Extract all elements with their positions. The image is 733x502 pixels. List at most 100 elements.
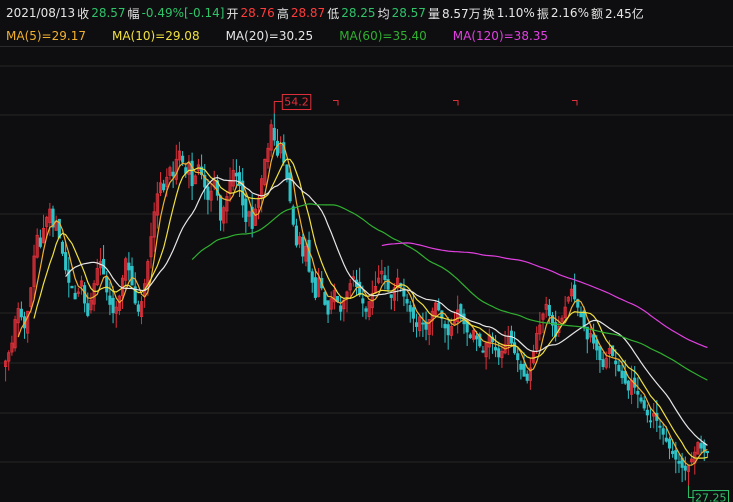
ma10-legend: MA(10)=29.08	[111, 29, 200, 43]
candle-body	[294, 225, 298, 246]
candle-body	[307, 239, 311, 272]
candle-body	[579, 311, 583, 318]
ma60-legend: MA(60)=35.40	[339, 29, 427, 43]
high-label: 高	[276, 6, 289, 21]
min-marker-leader	[687, 485, 695, 499]
candle-body	[705, 450, 709, 454]
amount-value: 2.45亿	[604, 6, 644, 21]
quote-date: 2021/08/13	[6, 6, 76, 20]
ma120-legend: MA(120)=38.35	[452, 29, 549, 43]
avg-label: 均	[377, 6, 390, 21]
candle-body	[497, 348, 501, 358]
candle-body	[339, 305, 343, 312]
candle-body	[389, 294, 393, 298]
candle-body	[626, 380, 630, 391]
period-marker	[333, 100, 339, 106]
candle-body	[288, 172, 292, 202]
candle-body	[130, 266, 134, 286]
candle-body	[573, 284, 577, 300]
candle-body	[323, 292, 327, 305]
candle-body	[620, 370, 624, 379]
candle-body	[468, 334, 472, 338]
max-marker-label: 54.2	[284, 96, 309, 109]
candle-body	[671, 450, 675, 455]
candle-body	[19, 308, 23, 318]
ma-legend: MA(5)=29.17 MA(10)=29.08 MA(20)=30.25 MA…	[0, 26, 733, 46]
candle-body	[699, 443, 703, 449]
candle-body	[421, 322, 425, 325]
candle-body	[481, 350, 485, 353]
ma60-line	[191, 203, 708, 381]
candle-body	[519, 363, 523, 370]
candle-body	[475, 335, 479, 340]
candle-body	[136, 304, 140, 312]
quote-info-bar: 2021/08/13 收 28.57 幅 -0.49%[-0.14] 开 28.…	[0, 0, 733, 26]
candle-body	[162, 183, 166, 191]
candle-body	[437, 302, 441, 311]
candle-body	[181, 155, 185, 163]
candle-body	[664, 437, 668, 442]
candle-body	[234, 172, 238, 177]
candle-body	[364, 308, 368, 312]
period-marker	[453, 100, 459, 106]
candle-body	[525, 373, 529, 381]
candle-body	[313, 277, 317, 298]
turnover-label: 换	[482, 6, 495, 21]
volume-label: 量	[427, 6, 440, 21]
candle-body	[206, 186, 210, 200]
candle-body	[171, 171, 175, 177]
candle-body	[86, 303, 90, 316]
candle-body	[60, 241, 65, 254]
high-value: 28.87	[290, 6, 326, 20]
open-label: 开	[226, 6, 239, 21]
candle-body	[601, 359, 605, 367]
candle-body	[592, 334, 596, 344]
candle-body	[636, 390, 640, 395]
candle-body	[513, 342, 517, 354]
candle-body	[411, 307, 415, 319]
candle-body	[285, 164, 289, 180]
candle-body	[614, 360, 618, 365]
open-value: 28.76	[240, 6, 275, 20]
ma20-legend: MA(20)=30.25	[225, 29, 314, 43]
close-value: 28.57	[91, 6, 126, 20]
candle-body	[443, 323, 447, 329]
candle-body	[661, 428, 665, 435]
candle-body	[361, 298, 365, 304]
ma5-legend: MA(5)=29.17	[6, 29, 86, 43]
candle-body	[674, 450, 678, 460]
candle-body	[244, 198, 248, 222]
low-value: 28.25	[341, 6, 376, 20]
candle-body	[326, 300, 330, 315]
candlestick-chart[interactable]: 54.2 27.25	[0, 47, 733, 502]
candle-body	[73, 292, 77, 300]
candle-body	[677, 461, 681, 464]
candle-body	[408, 305, 412, 312]
stock-chart-panel: 2021/08/13 收 28.57 幅 -0.49%[-0.14] 开 28.…	[0, 0, 733, 502]
candle-body	[70, 285, 74, 289]
candle-body	[522, 363, 526, 377]
candle-body	[405, 299, 409, 304]
candle-body	[667, 438, 672, 449]
candle-body	[310, 271, 314, 283]
change-label: 幅	[127, 6, 140, 21]
candle-body	[639, 397, 643, 402]
candle-body	[105, 276, 109, 293]
amplitude-label: 振	[536, 6, 549, 21]
candle-body	[446, 324, 450, 336]
candle-body	[547, 304, 551, 316]
candle-body	[38, 237, 42, 247]
candle-body	[617, 364, 621, 372]
candle-body	[516, 353, 520, 361]
candle-body	[111, 297, 115, 314]
candle-body	[275, 140, 280, 156]
candle-body	[494, 347, 498, 351]
close-label: 收	[77, 6, 90, 21]
candle-body	[598, 346, 602, 361]
ma20-line	[65, 176, 708, 446]
low-label: 低	[327, 6, 340, 21]
candle-body	[683, 465, 687, 471]
amount-label: 额	[590, 6, 603, 21]
volume-value: 8.57万	[441, 6, 481, 21]
candle-body	[415, 322, 419, 327]
